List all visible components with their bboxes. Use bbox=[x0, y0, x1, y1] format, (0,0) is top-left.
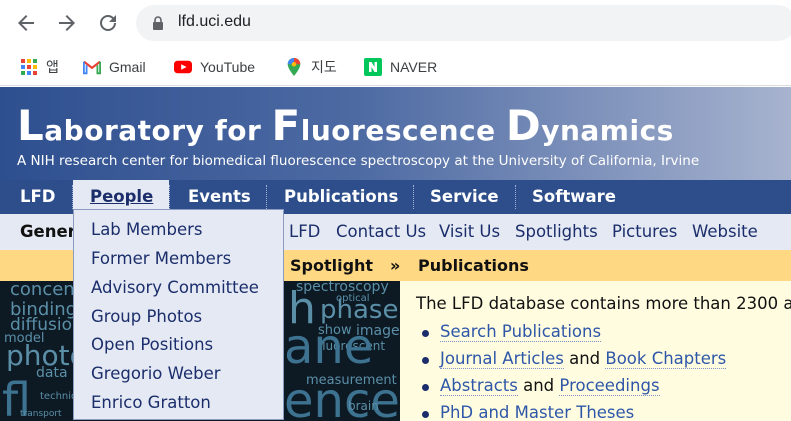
wordcloud-word: brain bbox=[348, 399, 379, 413]
search-publications-link[interactable]: Search Publications bbox=[440, 322, 602, 342]
people-dropdown-menu: Lab Members Former Members Advisory Comm… bbox=[73, 209, 284, 420]
title-cap: D bbox=[505, 101, 542, 150]
list-item: Abstracts and Proceedings bbox=[422, 376, 726, 403]
address-bar[interactable]: lfd.uci.edu bbox=[136, 5, 791, 41]
site-title[interactable]: Laboratory for Fluorescence Dynamics bbox=[17, 101, 674, 150]
bookmarks-bar: 앱 Gmail YouTube 지도 NAVER bbox=[0, 48, 791, 86]
nav-item-software[interactable]: Software bbox=[532, 180, 616, 214]
subnav-item-pictures[interactable]: Pictures bbox=[612, 222, 677, 241]
menu-item-advisory-committee[interactable]: Advisory Committee bbox=[91, 278, 259, 297]
title-cap: F bbox=[271, 101, 301, 150]
wordcloud-word: data bbox=[36, 365, 68, 381]
publications-panel: The LFD database contains more than 2300… bbox=[400, 281, 791, 421]
title-part: ynamics bbox=[541, 114, 674, 147]
subnav-item-contact[interactable]: Contact Us bbox=[336, 222, 426, 241]
subnav-item-website[interactable]: Website bbox=[692, 222, 758, 241]
wordcloud-word: ence bbox=[284, 373, 400, 421]
theses-link[interactable]: PhD and Master Theses bbox=[440, 403, 635, 421]
gmail-icon bbox=[83, 60, 101, 75]
maps-pin-icon bbox=[287, 58, 301, 76]
bookmark-maps[interactable]: 지도 bbox=[285, 55, 337, 79]
list-item: PhD and Master Theses bbox=[422, 403, 726, 421]
abstracts-link[interactable]: Abstracts bbox=[440, 376, 518, 396]
nav-divider bbox=[169, 185, 170, 209]
list-item: Search Publications bbox=[422, 322, 726, 349]
bookmark-label: YouTube bbox=[200, 59, 256, 75]
title-cap: L bbox=[17, 101, 45, 150]
bookmark-apps[interactable]: 앱 bbox=[20, 55, 59, 79]
breadcrumb-separator: » bbox=[390, 256, 401, 275]
nav-item-lfd[interactable]: LFD bbox=[20, 180, 55, 214]
apps-grid-icon bbox=[21, 59, 37, 75]
browser-toolbar: lfd.uci.edu bbox=[0, 0, 791, 48]
conjunction-text: and bbox=[523, 376, 555, 395]
back-arrow-icon[interactable] bbox=[14, 11, 38, 35]
wordcloud-word: h bbox=[288, 283, 316, 334]
bookmark-label: NAVER bbox=[390, 59, 438, 75]
menu-item-group-photos[interactable]: Group Photos bbox=[91, 307, 202, 326]
nav-divider bbox=[515, 185, 516, 209]
bookmark-youtube[interactable]: YouTube bbox=[174, 55, 255, 79]
menu-item-former-members[interactable]: Former Members bbox=[91, 249, 231, 268]
reload-icon[interactable] bbox=[96, 11, 120, 35]
bookmark-label: 지도 bbox=[311, 59, 337, 75]
publication-links-list: Search Publications Journal Articles and… bbox=[422, 322, 727, 421]
publications-intro: The LFD database contains more than 2300… bbox=[416, 294, 791, 313]
list-item: Journal Articles and Book Chapters bbox=[422, 349, 727, 376]
naver-icon bbox=[364, 58, 382, 76]
nav-divider bbox=[266, 185, 267, 209]
bookmark-label: Gmail bbox=[109, 59, 146, 75]
wordcloud-word: transport bbox=[20, 409, 62, 419]
youtube-icon bbox=[174, 60, 192, 74]
publications-heading[interactable]: Publications bbox=[418, 256, 529, 275]
url-text: lfd.uci.edu bbox=[178, 13, 251, 30]
menu-item-enrico-gratton[interactable]: Enrico Gratton bbox=[91, 393, 211, 412]
spotlight-heading[interactable]: Spotlight bbox=[290, 256, 373, 275]
nav-item-publications[interactable]: Publications bbox=[284, 180, 398, 214]
bookmark-label: 앱 bbox=[46, 59, 59, 75]
proceedings-link[interactable]: Proceedings bbox=[559, 376, 660, 396]
book-chapters-link[interactable]: Book Chapters bbox=[605, 349, 727, 369]
lock-icon bbox=[153, 16, 163, 30]
conjunction-text: and bbox=[569, 349, 601, 368]
journal-articles-link[interactable]: Journal Articles bbox=[440, 349, 564, 369]
site-header: Laboratory for Fluorescence Dynamics A N… bbox=[0, 87, 791, 180]
subnav-item-visit[interactable]: Visit Us bbox=[439, 222, 500, 241]
menu-item-open-positions[interactable]: Open Positions bbox=[91, 335, 213, 354]
nav-divider bbox=[413, 185, 414, 209]
subnav-item-lfd[interactable]: LFD bbox=[289, 222, 320, 241]
bookmark-gmail[interactable]: Gmail bbox=[83, 55, 146, 79]
site-subtitle: A NIH research center for biomedical flu… bbox=[17, 153, 700, 169]
bookmark-naver[interactable]: NAVER bbox=[364, 55, 437, 79]
forward-arrow-icon[interactable] bbox=[55, 11, 79, 35]
menu-item-gregorio-weber[interactable]: Gregorio Weber bbox=[91, 364, 221, 383]
menu-item-lab-members[interactable]: Lab Members bbox=[91, 220, 203, 239]
title-part: luorescence bbox=[300, 114, 506, 147]
title-part: aboratory for bbox=[44, 114, 272, 147]
nav-item-service[interactable]: Service bbox=[430, 180, 499, 214]
subnav-item-spotlights[interactable]: Spotlights bbox=[515, 222, 598, 241]
